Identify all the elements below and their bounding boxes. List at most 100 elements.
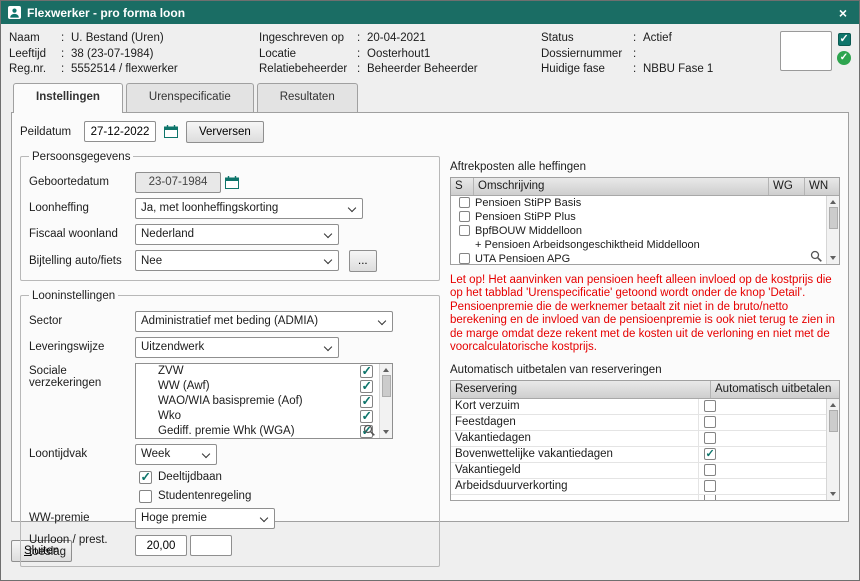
table-row[interactable]: Arbeidsduurverkorting (451, 479, 826, 495)
table-row[interactable]: Vakantiedagen (451, 431, 826, 447)
loonheffing-row: Loonheffing Ja, met loonheffingskorting (29, 198, 431, 219)
ww-premie-value: Hoge premie (141, 512, 207, 524)
status-ok-icon: ✓ (837, 51, 851, 65)
peildatum-input[interactable] (84, 121, 156, 142)
checkbox[interactable] (704, 448, 716, 460)
checkbox[interactable] (360, 410, 373, 423)
scrollbar-thumb[interactable] (829, 410, 838, 432)
checkbox[interactable] (704, 416, 716, 428)
scroll-up-icon[interactable] (830, 200, 836, 204)
looninstellingen-title: Looninstellingen (29, 290, 118, 302)
scrollbar[interactable] (826, 196, 839, 264)
ingeschreven-value: 20-04-2021 (367, 31, 426, 47)
checkbox[interactable] (360, 380, 373, 393)
loonheffing-select[interactable]: Ja, met loonheffingskorting (135, 198, 363, 219)
sector-select[interactable]: Administratief met beding (ADMIA) (135, 311, 393, 332)
geboortedatum-label: Geboortedatum (29, 176, 135, 188)
aftrekposten-title: Aftrekposten alle heffingen (450, 161, 840, 173)
magnifier-icon[interactable] (363, 424, 376, 437)
flexwerker-icon (8, 6, 21, 19)
info-column-1: Naam:U. Bestand (Uren) Leeftijd:38 (23-0… (9, 31, 259, 78)
checkbox[interactable] (704, 464, 716, 476)
chevron-down-icon (260, 513, 268, 521)
loontijdvak-select[interactable]: Week (135, 444, 217, 465)
status-value: Actief (643, 31, 672, 47)
header-status-checkbox[interactable] (838, 33, 851, 46)
list-item[interactable]: Gediff. premie Whk (WGA) (136, 424, 379, 438)
checkbox[interactable] (704, 432, 716, 444)
ww-premie-row: WW-premie Hoge premie (29, 508, 431, 529)
loontijdvak-label: Loontijdvak (29, 448, 135, 460)
info-row-leeftijd: Leeftijd:38 (23-07-1984) (9, 47, 259, 63)
list-item[interactable]: ZVW (136, 364, 379, 379)
column-header-wg[interactable]: WG (769, 178, 805, 195)
scrollbar-thumb[interactable] (829, 207, 838, 229)
table-row[interactable]: Bovenwettelijke vakantiedagen (451, 447, 826, 463)
calendar-icon[interactable] (221, 172, 243, 193)
deeltijdbaan-checkbox[interactable] (139, 471, 152, 484)
peildatum-label: Peildatum (20, 126, 80, 138)
checkbox[interactable] (704, 480, 716, 492)
list-item[interactable]: WAO/WIA basispremie (Aof) (136, 394, 379, 409)
tab-bar: Instellingen Urenspecificatie Resultaten (1, 82, 859, 112)
calendar-icon[interactable] (160, 121, 182, 142)
tab-resultaten[interactable]: Resultaten (257, 83, 358, 112)
checkbox[interactable] (459, 225, 470, 236)
chevron-down-icon (324, 342, 332, 350)
bijtelling-more-button[interactable]: ... (349, 250, 377, 272)
chevron-down-icon (324, 229, 332, 237)
pensioen-warning-text: Let op! Het aanvinken van pensioen heeft… (450, 274, 840, 355)
list-item[interactable]: WW (Awf) (136, 379, 379, 394)
scroll-down-icon[interactable] (830, 256, 836, 260)
fiscaal-woonland-select[interactable]: Nederland (135, 224, 339, 245)
title-bar[interactable]: Flexwerker - pro forma loon × (1, 1, 859, 24)
table-row[interactable]: Pensioen StiPP Basis (451, 196, 826, 210)
checkbox[interactable] (360, 365, 373, 378)
checkbox[interactable] (459, 253, 470, 264)
uurloon-input[interactable] (135, 535, 187, 556)
scrollbar[interactable] (379, 364, 392, 438)
table-row[interactable]: BpfBOUW Middelloon (451, 224, 826, 238)
list-item[interactable]: Wko (136, 409, 379, 424)
table-row[interactable] (451, 495, 826, 500)
table-row[interactable]: Pensioen StiPP Plus (451, 210, 826, 224)
checkbox[interactable] (459, 197, 470, 208)
scroll-up-icon[interactable] (830, 403, 836, 407)
scroll-up-icon[interactable] (383, 368, 389, 372)
window-title: Flexwerker - pro forma loon (27, 6, 834, 20)
table-row[interactable]: + Pensioen Arbeidsongeschiktheid Middell… (451, 238, 826, 252)
column-header-s[interactable]: S (451, 178, 474, 195)
scroll-down-icon[interactable] (383, 430, 389, 434)
prestatie-toeslag-input[interactable] (190, 535, 232, 556)
scroll-down-icon[interactable] (830, 492, 836, 496)
verversen-button[interactable]: Verversen (186, 121, 264, 143)
table-row[interactable]: Kort verzuim (451, 399, 826, 415)
tab-urenspecificatie[interactable]: Urenspecificatie (126, 83, 254, 112)
right-column: Aftrekposten alle heffingen S Omschrijvi… (450, 151, 840, 576)
checkbox[interactable] (704, 400, 716, 412)
column-header-automatisch-uitbetalen[interactable]: Automatisch uitbetalen (711, 381, 839, 398)
bijtelling-select[interactable]: Nee (135, 250, 339, 271)
table-row[interactable]: UTA Pensioen APG (451, 252, 826, 264)
table-row[interactable]: Feestdagen (451, 415, 826, 431)
magnifier-icon[interactable] (810, 250, 823, 263)
table-row[interactable]: Vakantiegeld (451, 463, 826, 479)
column-header-omschrijving[interactable]: Omschrijving (474, 178, 769, 195)
checkbox[interactable] (704, 495, 716, 500)
ww-premie-select[interactable]: Hoge premie (135, 508, 275, 529)
close-icon[interactable]: × (834, 4, 852, 22)
studentenregeling-checkbox[interactable] (139, 490, 152, 503)
scrollbar[interactable] (826, 399, 839, 500)
uurloon-row: Uurloon / prest. toeslag (29, 534, 431, 558)
tab-instellingen[interactable]: Instellingen (13, 83, 123, 113)
checkbox[interactable] (459, 211, 470, 222)
chevron-down-icon (324, 256, 332, 264)
column-header-reservering[interactable]: Reservering (451, 381, 711, 398)
geboortedatum-input (135, 172, 221, 193)
column-header-wn[interactable]: WN (805, 178, 839, 195)
leveringswijze-select[interactable]: Uitzendwerk (135, 337, 339, 358)
scrollbar-thumb[interactable] (382, 375, 391, 397)
checkbox[interactable] (360, 395, 373, 408)
loonheffing-value: Ja, met loonheffingskorting (141, 202, 278, 214)
dossiernummer-label: Dossiernummer (541, 47, 633, 63)
